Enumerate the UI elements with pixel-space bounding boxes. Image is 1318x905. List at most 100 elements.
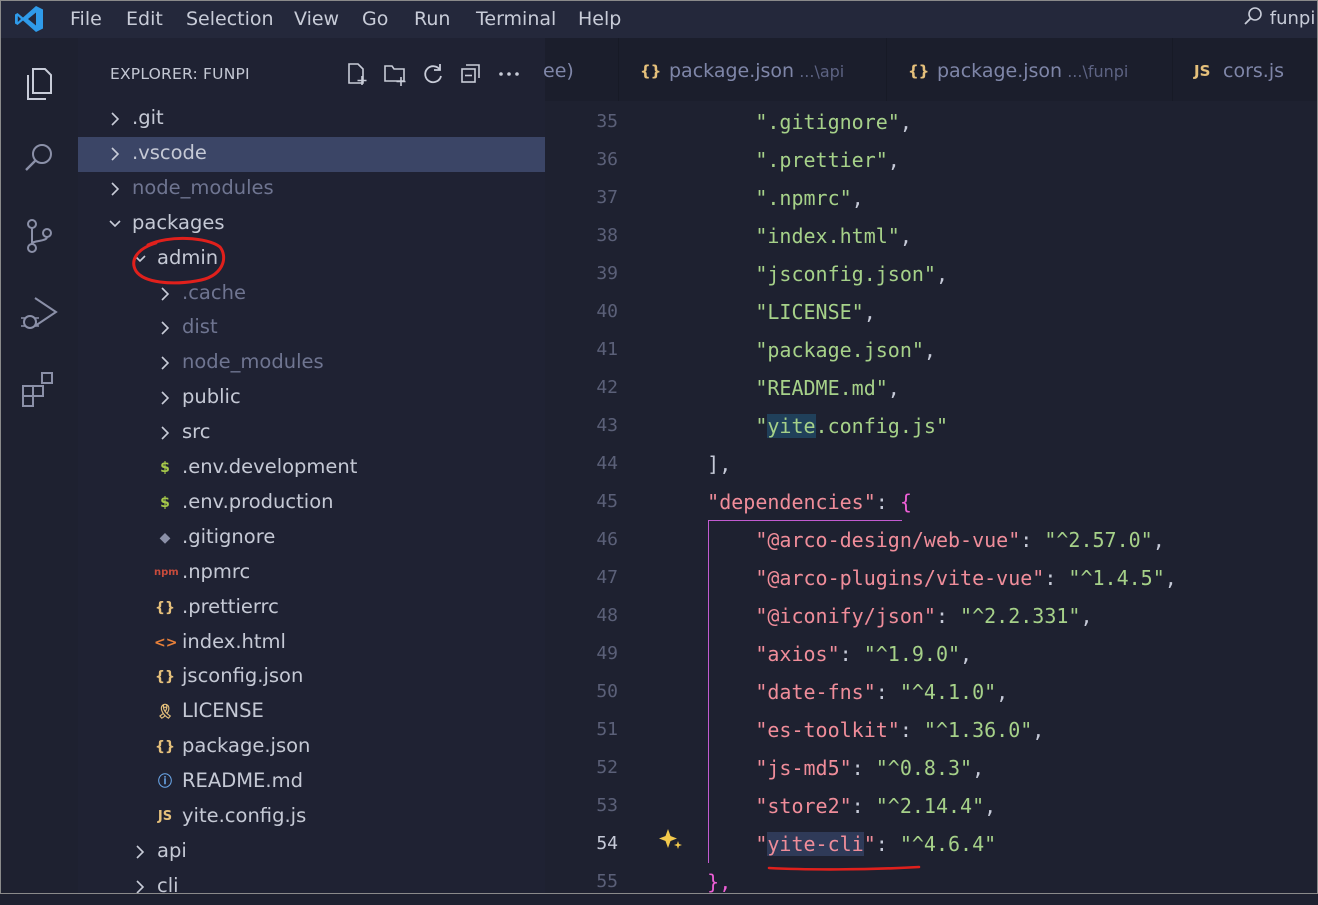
menu-edit[interactable]: Edit <box>126 8 163 30</box>
command-center[interactable]: funpi <box>1242 6 1315 29</box>
line-number: 42 <box>596 377 618 398</box>
editor: ee) {} package.json ...\api {} package.json … <box>543 38 1318 894</box>
menu-help[interactable]: Help <box>578 8 621 30</box>
new-folder-icon[interactable] <box>382 61 408 87</box>
chevron-right-icon <box>111 182 120 196</box>
code-text: "index.html", <box>755 224 912 248</box>
tree-item-label: api <box>157 838 187 862</box>
tree-item-label: yite.config.js <box>182 804 307 827</box>
chevron-right-icon <box>111 147 120 161</box>
info-file-icon: ⓘ <box>158 774 172 791</box>
refresh-icon[interactable] <box>420 61 446 87</box>
tab-path: ...\funpi <box>1062 62 1129 81</box>
tree-item-license[interactable]: 🎗 LICENSE <box>78 695 545 730</box>
run-debug-icon[interactable] <box>18 292 60 334</box>
tree-item-jsconfig-json[interactable]: {} jsconfig.json <box>78 660 545 695</box>
code-line[interactable]: 51 "es-toolkit": "^1.36.0", <box>545 712 1318 750</box>
line-number: 43 <box>596 415 618 436</box>
code-line[interactable]: 52 "js-md5": "^0.8.3", <box>545 750 1318 788</box>
sparkle-icon[interactable] <box>658 826 684 852</box>
code-line[interactable]: 35 ".gitignore", <box>545 104 1318 142</box>
tree-item-npmrc[interactable]: npm .npmrc <box>78 556 545 591</box>
tree-item-node-modules[interactable]: node_modules <box>78 346 545 381</box>
code-line[interactable]: 42 "README.md", <box>545 370 1318 408</box>
code-text: "js-md5": "^0.8.3", <box>755 756 985 780</box>
code-line[interactable]: 40 "LICENSE", <box>545 294 1318 332</box>
tree-item-label: public <box>182 385 241 409</box>
code-line[interactable]: 48 "@iconify/json": "^2.2.331", <box>545 598 1318 636</box>
menu-go[interactable]: Go <box>362 8 388 30</box>
code-line[interactable]: 55 }, <box>545 864 1318 902</box>
tree-item-dist[interactable]: dist <box>78 311 545 346</box>
json-file-icon: {} <box>155 669 175 686</box>
code-text: ".npmrc", <box>755 186 864 210</box>
code-area[interactable]: 35 ".gitignore", 36 ".prettier", 37 ".npmr… <box>545 101 1318 894</box>
code-line[interactable]: 41 "package.json", <box>545 332 1318 370</box>
code-line[interactable]: 50 "date-fns": "^4.1.0", <box>545 674 1318 712</box>
code-line[interactable]: 39 "jsconfig.json", <box>545 256 1318 294</box>
tree-item-prettierrc[interactable]: {} .prettierrc <box>78 591 545 626</box>
code-line[interactable]: 38 "index.html", <box>545 218 1318 256</box>
vscode-logo-icon[interactable] <box>14 5 44 33</box>
code-text: ], <box>707 452 732 476</box>
extensions-icon[interactable] <box>18 368 60 410</box>
tree-item-env-production[interactable]: $ .env.production <box>78 486 545 521</box>
menu-file[interactable]: File <box>70 8 102 30</box>
code-line[interactable]: 46 "@arco-design/web-vue": "^2.57.0", <box>545 522 1318 560</box>
code-line[interactable]: 47 "@arco-plugins/vite-vue": "^1.4.5", <box>545 560 1318 598</box>
explorer-title: EXPLORER: FUNPI <box>110 65 250 83</box>
code-line[interactable]: 44 ], <box>545 446 1318 484</box>
tree-item-cli[interactable]: cli <box>78 870 545 905</box>
chevron-right-icon <box>111 112 120 126</box>
tree-item-package-json[interactable]: {} package.json <box>78 730 545 765</box>
tree-item-yite-config-js[interactable]: JS yite.config.js <box>78 800 545 835</box>
license-file-icon: 🎗 <box>156 704 174 721</box>
tree-item-public[interactable]: public <box>78 381 545 416</box>
code-line[interactable]: 49 "axios": "^1.9.0", <box>545 636 1318 674</box>
code-line[interactable]: 45 "dependencies": { <box>545 484 1318 522</box>
tree-item-node-modules[interactable]: node_modules <box>78 172 545 207</box>
code-line[interactable]: 53 "store2": "^2.14.4", <box>545 788 1318 826</box>
tab-label: cors.js <box>1223 60 1284 82</box>
line-number: 44 <box>596 453 618 474</box>
tree-item-api[interactable]: api <box>78 835 545 870</box>
source-control-icon[interactable] <box>18 216 60 258</box>
tree-item-gitignore[interactable]: ◆ .gitignore <box>78 521 545 556</box>
explorer-icon[interactable] <box>18 63 60 105</box>
search-icon <box>1244 7 1262 25</box>
code-line[interactable]: 37 ".npmrc", <box>545 180 1318 218</box>
more-actions-icon[interactable] <box>496 61 522 87</box>
menu-run[interactable]: Run <box>414 8 450 30</box>
tree-item-label: dist <box>182 315 218 339</box>
tree-item-git[interactable]: .git <box>78 102 545 137</box>
code-text: "@arco-design/web-vue": "^2.57.0", <box>755 528 1165 552</box>
chevron-right-icon <box>136 880 145 894</box>
menu-view[interactable]: View <box>294 8 339 30</box>
tree-item-label: package.json <box>182 734 311 758</box>
search-icon[interactable] <box>18 138 60 180</box>
tab-ee-[interactable]: ee) <box>543 38 619 101</box>
collapse-all-icon[interactable] <box>458 61 484 87</box>
tree-item-index-html[interactable]: <> index.html <box>78 626 545 661</box>
tree-item-vscode[interactable]: .vscode <box>78 136 545 172</box>
menu-terminal[interactable]: Terminal <box>476 8 556 30</box>
chevron-right-icon <box>136 845 145 859</box>
tree-item-readme-md[interactable]: ⓘ README.md <box>78 765 545 800</box>
tab-package-json[interactable]: {} package.json ...\funpi <box>886 38 1173 101</box>
tab-label: package.json ...\funpi <box>937 60 1129 82</box>
js-file-icon: JS <box>1194 62 1211 80</box>
menu-selection[interactable]: Selection <box>186 8 274 30</box>
tab-cors-js[interactable]: JS cors.js <box>1172 38 1318 101</box>
tab-package-json[interactable]: {} package.json ...\api <box>618 38 887 101</box>
code-line[interactable]: 43 "yite.config.js" <box>545 408 1318 446</box>
line-number: 53 <box>596 795 618 816</box>
tree-item-src[interactable]: src <box>78 416 545 451</box>
code-text: "date-fns": "^4.1.0", <box>755 680 1009 704</box>
json-file-icon: {} <box>640 62 662 80</box>
line-number: 54 <box>596 833 618 854</box>
code-line[interactable]: 36 ".prettier", <box>545 142 1318 180</box>
tree-item-env-development[interactable]: $ .env.development <box>78 451 545 486</box>
code-text: "README.md", <box>755 376 900 400</box>
new-file-icon[interactable] <box>344 61 370 87</box>
line-number: 36 <box>596 149 618 170</box>
